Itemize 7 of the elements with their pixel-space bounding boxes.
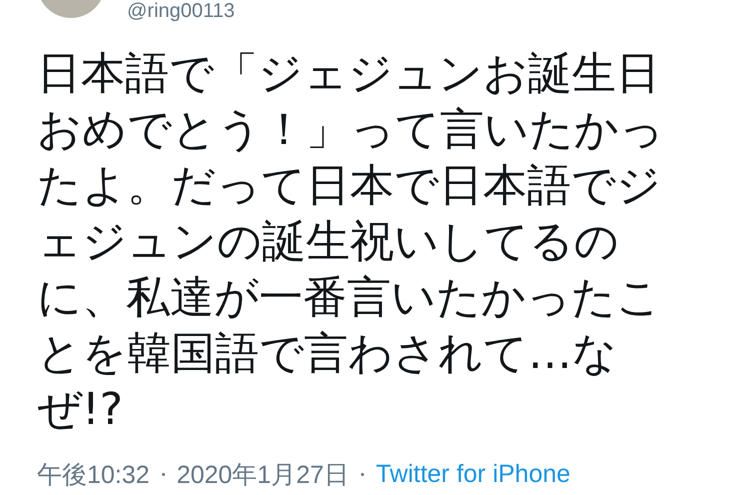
tweet-text: 日本語で「ジェジュンお誕生日おめでとう！」って言いたかったよ。だって日本で日本語でジェジュンの誕生祝いしてるのに、私達が一番言いたかったことを韓国語で言わされて…なぜ!? xyxy=(37,47,665,437)
tweet-time: 午後10:32 xyxy=(37,460,150,491)
tweet-date: 2020年1月27日 xyxy=(176,460,349,491)
separator-dot-icon xyxy=(162,473,165,476)
source-link[interactable]: Twitter for iPhone xyxy=(376,460,570,489)
user-handle[interactable]: @ring00113 xyxy=(127,0,235,22)
separator-dot-icon xyxy=(360,473,364,476)
